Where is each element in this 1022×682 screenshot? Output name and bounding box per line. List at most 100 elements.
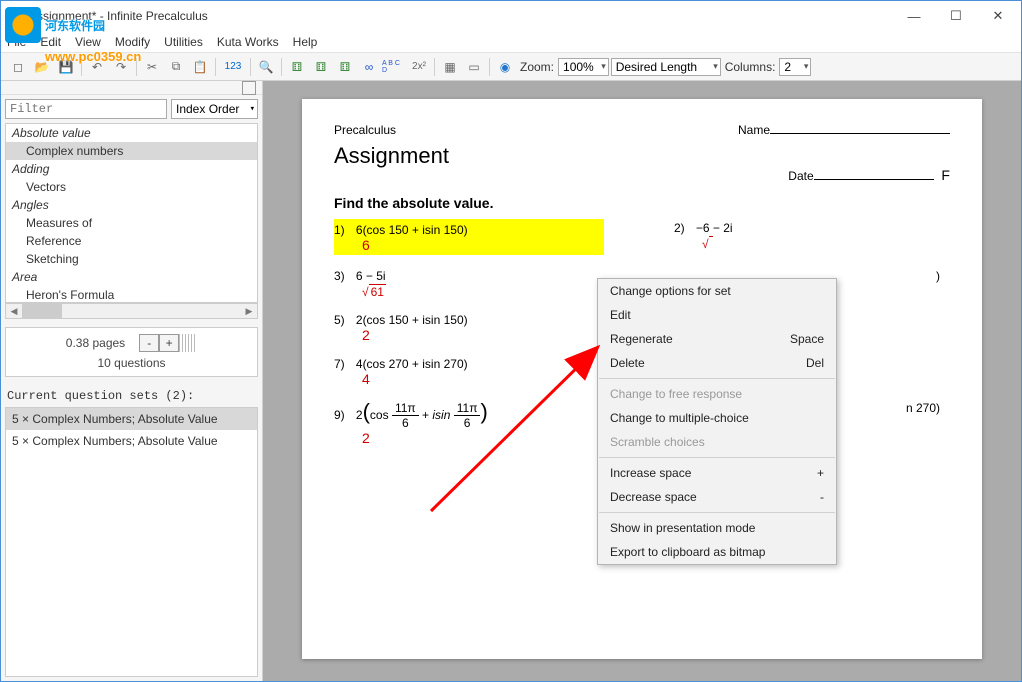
desired-length-label: Desired Length <box>616 60 697 74</box>
context-menu-item[interactable]: RegenerateSpace <box>598 327 836 351</box>
questions-stat: 10 questions <box>97 356 165 370</box>
number-icon[interactable]: 123 <box>220 56 246 78</box>
maximize-button[interactable]: ☐ <box>935 1 977 31</box>
columns-select[interactable]: 2 <box>779 58 811 76</box>
question-1[interactable]: 1) 6(cos 150 + isin 150) 6 <box>334 219 604 255</box>
globe-icon[interactable]: ◉ <box>494 56 516 78</box>
zoom-value: 100% <box>563 60 594 74</box>
undo-icon[interactable]: ↶ <box>86 56 108 78</box>
grip-icon[interactable] <box>179 334 197 352</box>
tree-item[interactable]: Complex numbers <box>6 142 257 160</box>
q2-expr: −6 − 2i <box>696 221 733 235</box>
tree-category[interactable]: Area <box>6 268 257 286</box>
tree-category[interactable]: Adding <box>6 160 257 178</box>
q1-expr: 6(cos 150 + isin 150) <box>356 223 468 237</box>
question-set-row[interactable]: 5 × Complex Numbers; Absolute Value <box>6 430 257 452</box>
tree-h-scrollbar[interactable]: ◀ ▶ <box>5 303 258 319</box>
grid-icon[interactable]: ▦ <box>439 56 461 78</box>
q9-expr: 2(cos 11π6 + isin 11π6) <box>356 408 488 422</box>
tree-item[interactable]: Measures of <box>6 214 257 232</box>
dice1-icon[interactable]: ⚅ <box>286 56 308 78</box>
date-label: Date <box>788 169 813 183</box>
question-2[interactable]: 2) −6 − 2i <box>674 219 950 255</box>
minus-button[interactable]: - <box>139 334 159 352</box>
sidebar: Index Order Absolute valueComplex number… <box>1 81 263 681</box>
fx-icon[interactable]: 2x² <box>408 56 430 78</box>
stats-box: 0.38 pages - + 10 questions <box>5 327 258 377</box>
menu-modify[interactable]: Modify <box>115 35 150 49</box>
tree-category[interactable]: Absolute value <box>6 124 257 142</box>
presentation-icon[interactable]: ▭ <box>463 56 485 78</box>
q3-answer: 61 <box>362 283 604 299</box>
menu-file[interactable]: File <box>7 35 26 49</box>
new-icon[interactable]: ◻ <box>7 56 29 78</box>
context-menu-item: Scramble choices <box>598 430 836 454</box>
toolbar: ◻ 📂 💾 ↶ ↷ ✂ ⧉ 📋 123 🔍 ⚅ ⚅ ⚅ ∞ A B C D 2x… <box>1 53 1021 81</box>
paste-icon[interactable]: 📋 <box>189 56 211 78</box>
copy-icon[interactable]: ⧉ <box>165 56 187 78</box>
scroll-thumb[interactable] <box>22 304 62 318</box>
zoom-tool-icon[interactable]: 🔍 <box>255 56 277 78</box>
tree-item[interactable]: Vectors <box>6 178 257 196</box>
context-menu-item[interactable]: DeleteDel <box>598 351 836 375</box>
q9-answer: 2 <box>362 430 604 446</box>
context-menu-item: Change to free response <box>598 382 836 406</box>
cut-icon[interactable]: ✂ <box>141 56 163 78</box>
window-title: Assignment* - Infinite Precalculus <box>29 9 893 23</box>
context-menu-item[interactable]: Decrease space- <box>598 485 836 509</box>
titlebar: Assignment* - Infinite Precalculus — ☐ ✕ <box>1 1 1021 31</box>
menu-edit[interactable]: Edit <box>40 35 61 49</box>
context-menu-item[interactable]: Edit <box>598 303 836 327</box>
context-menu-item[interactable]: Show in presentation mode <box>598 516 836 540</box>
question-set-row[interactable]: 5 × Complex Numbers; Absolute Value <box>6 408 257 430</box>
scroll-right-icon[interactable]: ▶ <box>241 304 257 318</box>
question-3[interactable]: 3) 6 − 5i 61 <box>334 267 604 299</box>
redo-icon[interactable]: ↷ <box>110 56 132 78</box>
menu-kuta-works[interactable]: Kuta Works <box>217 35 279 49</box>
index-order-select[interactable]: Index Order <box>171 99 258 119</box>
scroll-left-icon[interactable]: ◀ <box>6 304 22 318</box>
question-7[interactable]: 7) 4(cos 270 + isin 270) 4 <box>334 355 604 387</box>
context-menu: Change options for setEditRegenerateSpac… <box>597 278 837 565</box>
infinity-icon[interactable]: ∞ <box>358 56 380 78</box>
app-icon <box>3 6 23 26</box>
doc-title: Assignment <box>334 143 449 169</box>
menu-help[interactable]: Help <box>293 35 318 49</box>
menu-utilities[interactable]: Utilities <box>164 35 203 49</box>
question-5[interactable]: 5) 2(cos 150 + isin 150) 2 <box>334 311 604 343</box>
save-icon[interactable]: 💾 <box>55 56 77 78</box>
name-blank <box>770 133 950 134</box>
dice3-icon[interactable]: ⚅ <box>334 56 356 78</box>
close-button[interactable]: ✕ <box>977 1 1019 31</box>
filter-input[interactable] <box>5 99 167 119</box>
dice2-icon[interactable]: ⚅ <box>310 56 332 78</box>
dock-icon[interactable] <box>242 81 256 95</box>
context-menu-item[interactable]: Change to multiple-choice <box>598 406 836 430</box>
context-menu-item[interactable]: Export to clipboard as bitmap <box>598 540 836 564</box>
doc-subject: Precalculus <box>334 123 396 137</box>
minimize-button[interactable]: — <box>893 1 935 31</box>
zoom-select[interactable]: 100% <box>558 58 609 76</box>
tree-category[interactable]: Angles <box>6 196 257 214</box>
columns-label: Columns: <box>725 60 776 74</box>
abcd-icon[interactable]: A B C D <box>382 56 406 78</box>
tree-item[interactable]: Sketching <box>6 250 257 268</box>
q7-expr: 4(cos 270 + isin 270) <box>356 357 468 371</box>
desired-length-select[interactable]: Desired Length <box>611 58 721 76</box>
plus-button[interactable]: + <box>159 334 179 352</box>
topic-tree[interactable]: Absolute valueComplex numbersAddingVecto… <box>5 123 258 303</box>
q4-tail: ) <box>936 269 940 283</box>
q5-expr: 2(cos 150 + isin 150) <box>356 313 468 327</box>
question-9[interactable]: 9) 2(cos 11π6 + isin 11π6) 2 <box>334 399 604 446</box>
tree-item[interactable]: Heron's Formula <box>6 286 257 303</box>
open-icon[interactable]: 📂 <box>31 56 53 78</box>
menu-view[interactable]: View <box>75 35 101 49</box>
context-menu-item[interactable]: Increase space+ <box>598 461 836 485</box>
question-sets-list[interactable]: 5 × Complex Numbers; Absolute Value5 × C… <box>5 407 258 677</box>
q10-tail: n 270) <box>906 401 940 415</box>
context-menu-item[interactable]: Change options for set <box>598 279 836 303</box>
q3-expr: 6 − 5i <box>356 269 386 283</box>
q7-answer: 4 <box>362 371 604 387</box>
pages-stat: 0.38 pages <box>66 336 125 350</box>
tree-item[interactable]: Reference <box>6 232 257 250</box>
